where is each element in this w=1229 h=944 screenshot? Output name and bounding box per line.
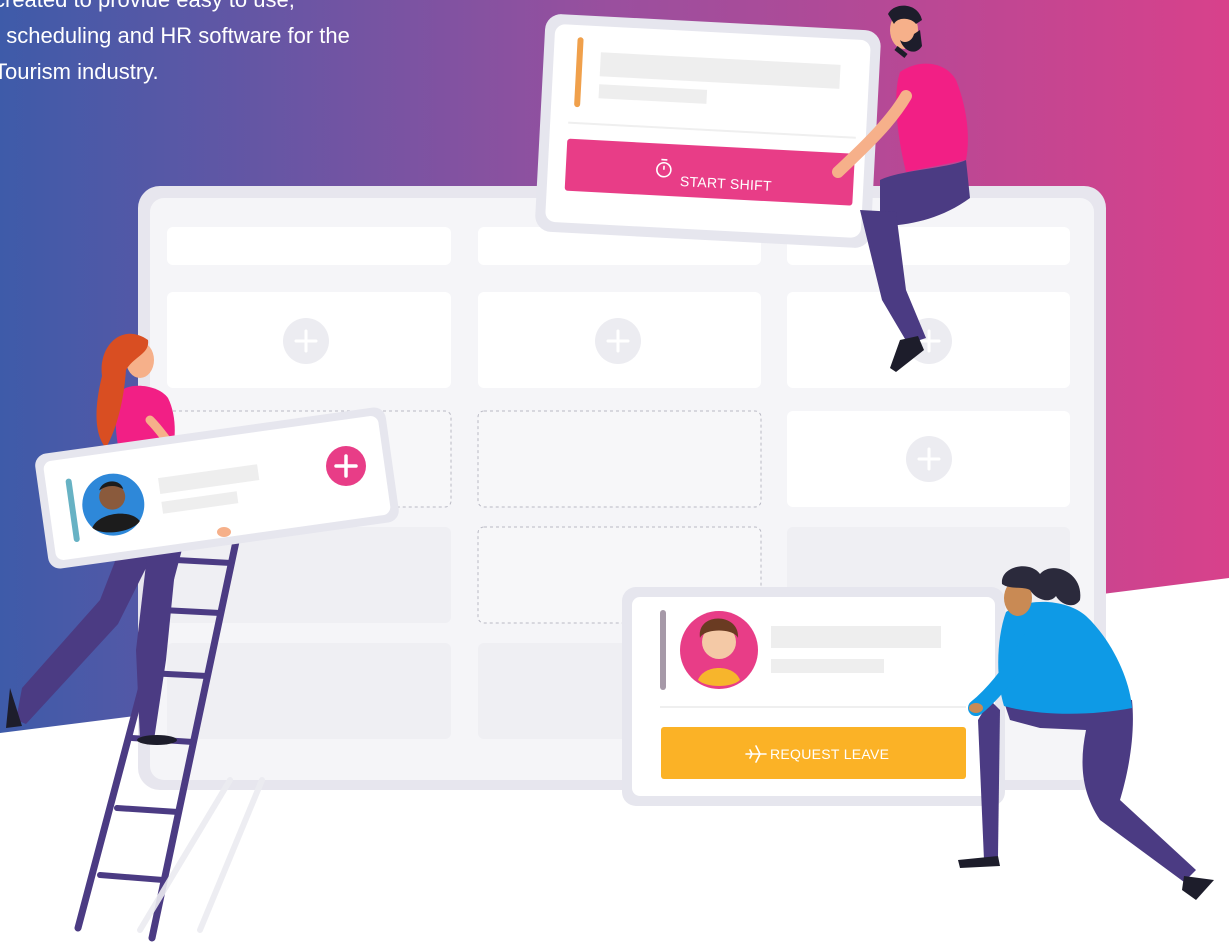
board-slot-empty	[477, 410, 762, 508]
scheduling-illustration	[6, 5, 1214, 942]
add-shift-button[interactable]	[326, 446, 366, 486]
request-leave-card	[622, 587, 1005, 806]
board-header-cell	[167, 227, 451, 265]
request-leave-button-label: REQUEST LEAVE	[770, 746, 890, 762]
start-shift-card	[535, 14, 881, 248]
